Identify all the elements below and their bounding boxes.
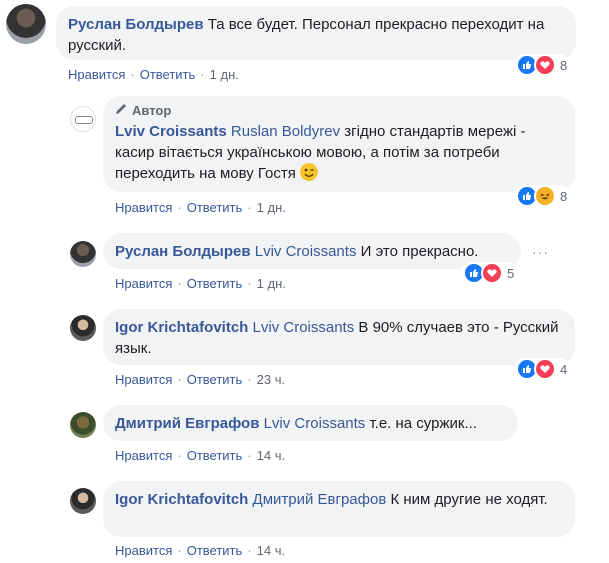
comment-text: К ним другие не ходят. [386,491,548,508]
comment-bubble: Автор Lviv Croissants Ruslan Boldyrev зг… [103,96,575,192]
haha-icon [534,185,556,207]
avatar[interactable] [70,412,96,438]
love-icon [534,54,556,76]
like-button[interactable]: Нравится [115,543,172,558]
mention-link[interactable]: Lviv Croissants [255,243,357,260]
comment-3: Руслан Болдырев Lviv Croissants И это пр… [0,226,609,296]
comment-bubble: Igor Krichtafovitch Дмитрий Евграфов К н… [103,481,575,537]
comment-bubble: Дмитрий Евграфов Lviv Croissants т.е. на… [103,405,518,441]
love-icon [481,262,503,284]
mention-link[interactable]: Дмитрий Евграфов [253,491,387,508]
comment-time[interactable]: 23 ч. [257,372,285,387]
reaction-count: 8 [560,188,568,204]
author-badge-label: Автор [132,102,172,118]
reply-button[interactable]: Ответить [187,372,243,387]
comment-5: Дмитрий Евграфов Lviv Croissants т.е. на… [0,398,609,468]
reply-button[interactable]: Ответить [187,276,243,291]
reply-button[interactable]: Ответить [140,67,196,82]
pencil-icon [115,102,128,119]
comment-time[interactable]: 1 дн. [257,276,286,291]
comment-1: Руслан Болдырев Та все будет. Персонал п… [0,0,609,90]
separator: · [177,276,182,291]
comment-6: Igor Krichtafovitch Дмитрий Евграфов К н… [0,474,609,563]
like-button[interactable]: Нравится [68,67,125,82]
avatar[interactable] [70,241,96,267]
comment-actions: Нравится · Ответить · 14 ч. [115,543,285,558]
separator: · [200,67,205,82]
comment-actions: Нравится · Ответить · 1 дн. [115,200,286,215]
reactions-summary[interactable]: 8 [514,54,572,76]
reactions-summary[interactable]: 4 [514,358,572,380]
avatar[interactable] [70,106,96,132]
reply-button[interactable]: Ответить [187,200,243,215]
comment-time[interactable]: 14 ч. [257,543,285,558]
separator: · [177,200,182,215]
separator: · [177,372,182,387]
reply-button[interactable]: Ответить [187,448,243,463]
separator: · [177,543,182,558]
comment-author[interactable]: Lviv Croissants [115,123,227,140]
avatar[interactable] [70,488,96,514]
reactions-summary[interactable]: 5 [461,262,519,284]
comment-author[interactable]: Igor Krichtafovitch [115,491,248,508]
comment-author[interactable]: Igor Krichtafovitch [115,319,248,336]
comment-time[interactable]: 1 дн. [257,200,286,215]
comment-bubble: Руслан Болдырев Та все будет. Персонал п… [56,6,576,60]
comment-author[interactable]: Руслан Болдырев [115,243,251,260]
love-icon [534,358,556,380]
comment-time[interactable]: 1 дн. [210,67,239,82]
reactions-summary[interactable]: 8 [514,185,572,207]
reaction-count: 4 [560,361,568,377]
comment-author[interactable]: Руслан Болдырев [68,16,204,33]
comment-4: Igor Krichtafovitch Lviv Croissants В 90… [0,302,609,392]
avatar[interactable] [6,4,46,44]
like-button[interactable]: Нравится [115,448,172,463]
like-button[interactable]: Нравится [115,200,172,215]
comment-actions: Нравится · Ответить · 14 ч. [115,448,285,463]
like-button[interactable]: Нравится [115,372,172,387]
reply-button[interactable]: Ответить [187,543,243,558]
comment-bubble: Руслан Болдырев Lviv Croissants И это пр… [103,233,521,269]
separator: · [130,67,135,82]
separator: · [247,543,252,558]
separator: · [247,448,252,463]
logo-icon [75,116,93,124]
separator: · [247,200,252,215]
separator: · [247,276,252,291]
like-button[interactable]: Нравится [115,276,172,291]
comment-text: т.е. на суржик... [365,415,477,432]
mention-link[interactable]: Lviv Croissants [253,319,355,336]
comment-actions: Нравится · Ответить · 23 ч. [115,372,285,387]
comment-bubble: Igor Krichtafovitch Lviv Croissants В 90… [103,309,575,365]
comment-time[interactable]: 14 ч. [257,448,285,463]
comment-2: Автор Lviv Croissants Ruslan Boldyrev зг… [0,94,609,219]
avatar[interactable] [70,315,96,341]
author-badge: Автор [115,102,563,119]
mention-link[interactable]: Ruslan Boldyrev [231,123,340,140]
mention-link[interactable]: Lviv Croissants [264,415,366,432]
comment-actions: Нравится · Ответить · 1 дн. [115,276,286,291]
more-options-icon[interactable]: ··· [532,244,549,260]
wink-emoji-icon [300,163,319,181]
comment-actions: Нравится · Ответить · 1 дн. [68,67,239,82]
separator: · [177,448,182,463]
comment-text: И это прекрасно. [356,243,479,260]
separator: · [247,372,252,387]
comment-author[interactable]: Дмитрий Евграфов [115,415,259,432]
reaction-count: 5 [507,265,515,281]
reaction-count: 8 [560,57,568,73]
